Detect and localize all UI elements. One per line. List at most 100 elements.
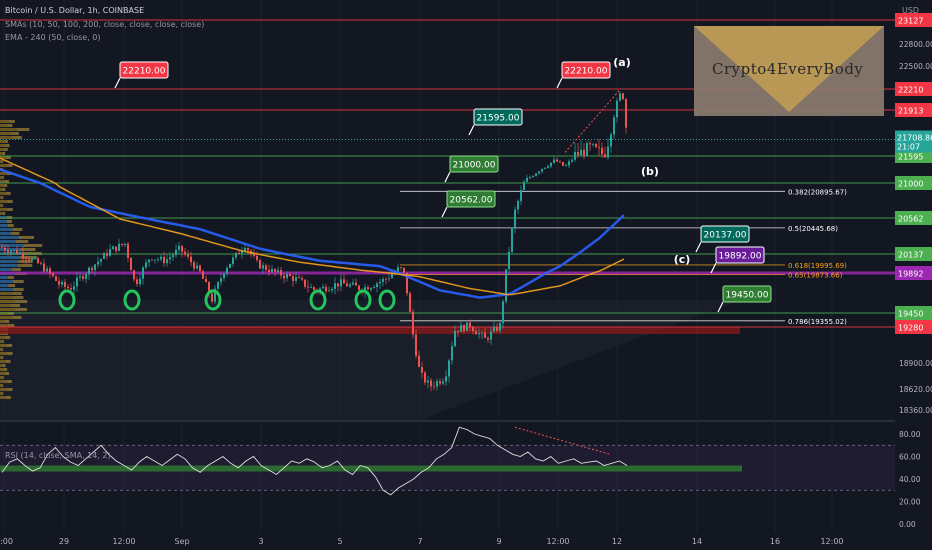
- candle-body: [550, 162, 552, 167]
- candle-body: [559, 161, 561, 163]
- volume-profile-bar: [5, 320, 10, 323]
- ema-indicator-legend[interactable]: EMA - 240 (50, close, 0): [5, 33, 101, 42]
- candle-body: [601, 147, 603, 155]
- candle-body: [481, 332, 483, 334]
- volume-profile-bar: [15, 300, 28, 303]
- candle-body: [229, 263, 231, 268]
- candle-body: [586, 143, 588, 157]
- volume-profile-bar: [0, 228, 13, 231]
- price-tag-text-21595: 21595: [898, 153, 923, 162]
- volume-profile-bar: [0, 256, 21, 259]
- candle-body: [619, 93, 621, 101]
- volume-profile-bar: [0, 176, 3, 179]
- candle-body: [382, 278, 384, 282]
- volume-profile-bar: [0, 148, 5, 151]
- volume-profile-bar: [0, 204, 2, 207]
- candle-body: [82, 276, 84, 279]
- candle-body: [55, 276, 57, 282]
- candle-body: [283, 275, 285, 279]
- candle-body: [268, 269, 270, 273]
- candle-body: [388, 278, 390, 279]
- candle-body: [31, 258, 33, 261]
- candle-body: [574, 151, 576, 160]
- candle-body: [547, 166, 549, 168]
- candle-body: [217, 282, 219, 289]
- candle-body: [502, 301, 504, 324]
- candle-body: [334, 283, 336, 289]
- candle-body: [526, 178, 528, 182]
- volume-profile-bar: [6, 396, 11, 399]
- candle-body: [247, 248, 249, 251]
- rsi-tick-label: 40.00: [899, 475, 921, 484]
- rsi-indicator-legend[interactable]: RSI (14, close, SMA, 14, 2): [5, 451, 111, 460]
- callout-text: 19892.00: [719, 252, 762, 262]
- candle-body: [571, 159, 573, 162]
- candle-body: [583, 149, 585, 157]
- x-tick-label: 29: [59, 537, 69, 546]
- candle-body: [337, 283, 339, 287]
- candle-body: [373, 286, 375, 288]
- volume-profile-bar: [11, 268, 21, 271]
- candle-body: [91, 267, 93, 271]
- fib-label-0.65: 0.65(19873.66): [788, 272, 843, 280]
- candle-body: [529, 177, 531, 179]
- candle-body: [46, 268, 48, 272]
- fib-label-0.382: 0.382(20895.67): [788, 188, 847, 196]
- candle-body: [139, 278, 141, 285]
- candle-body: [541, 168, 543, 172]
- sma-indicator-legend[interactable]: SMAs (10, 50, 100, 200, close, close, cl…: [5, 20, 204, 29]
- volume-profile-bar: [0, 136, 13, 139]
- candle-body: [22, 252, 24, 258]
- volume-profile-bar: [0, 368, 4, 371]
- volume-profile-bar: [0, 132, 11, 135]
- volume-profile-bar: [0, 284, 9, 287]
- candle-body: [112, 246, 114, 250]
- volume-profile-bar: [0, 268, 12, 271]
- candle-body: [286, 274, 288, 279]
- volume-profile-bar: [10, 132, 19, 135]
- volume-profile-bar: [0, 384, 2, 387]
- volume-profile-bar: [7, 276, 14, 279]
- candle-body: [493, 326, 495, 332]
- candle-body: [532, 176, 534, 178]
- volume-profile-bar: [15, 240, 29, 243]
- candle-body: [79, 276, 81, 278]
- candle-body: [100, 258, 102, 262]
- volume-profile-bar: [0, 144, 6, 147]
- volume-profile-bar: [0, 364, 4, 367]
- candle-body: [97, 261, 99, 265]
- candle-body: [298, 277, 300, 278]
- volume-profile-bar: [13, 288, 24, 291]
- candle-body: [553, 159, 555, 163]
- volume-profile-bar: [17, 264, 33, 267]
- candle-body: [556, 159, 558, 162]
- candle-body: [433, 386, 435, 388]
- candle-body: [7, 250, 9, 253]
- volume-profile-bar: [0, 236, 19, 239]
- volume-profile-bar: [5, 372, 10, 375]
- candle-body: [592, 144, 594, 145]
- volume-profile-bar: [0, 192, 6, 195]
- candle-body: [397, 267, 399, 272]
- rsi-tick-label: 0.00: [899, 520, 916, 529]
- candle-body: [58, 281, 60, 285]
- y-tick-label: 18360.00: [899, 406, 932, 415]
- candle-body: [274, 268, 276, 272]
- candle-body: [232, 257, 234, 264]
- candle-body: [436, 381, 438, 387]
- x-tick-label: 5: [337, 537, 342, 546]
- x-tick-label: 12:00: [546, 537, 569, 546]
- candle-body: [25, 257, 27, 260]
- candle-body: [61, 281, 63, 285]
- candle-body: [538, 171, 540, 174]
- volume-profile-bar: [2, 152, 6, 155]
- volume-profile-bar: [0, 232, 11, 235]
- volume-profile-bar: [7, 224, 14, 227]
- currency-label: USD: [902, 6, 920, 15]
- candle-body: [85, 274, 87, 279]
- candle-body: [271, 268, 273, 273]
- volume-profile-bar: [4, 184, 8, 187]
- volume-profile-bar: [3, 368, 8, 371]
- candle-body: [67, 286, 69, 289]
- volume-profile-bar: [3, 364, 6, 367]
